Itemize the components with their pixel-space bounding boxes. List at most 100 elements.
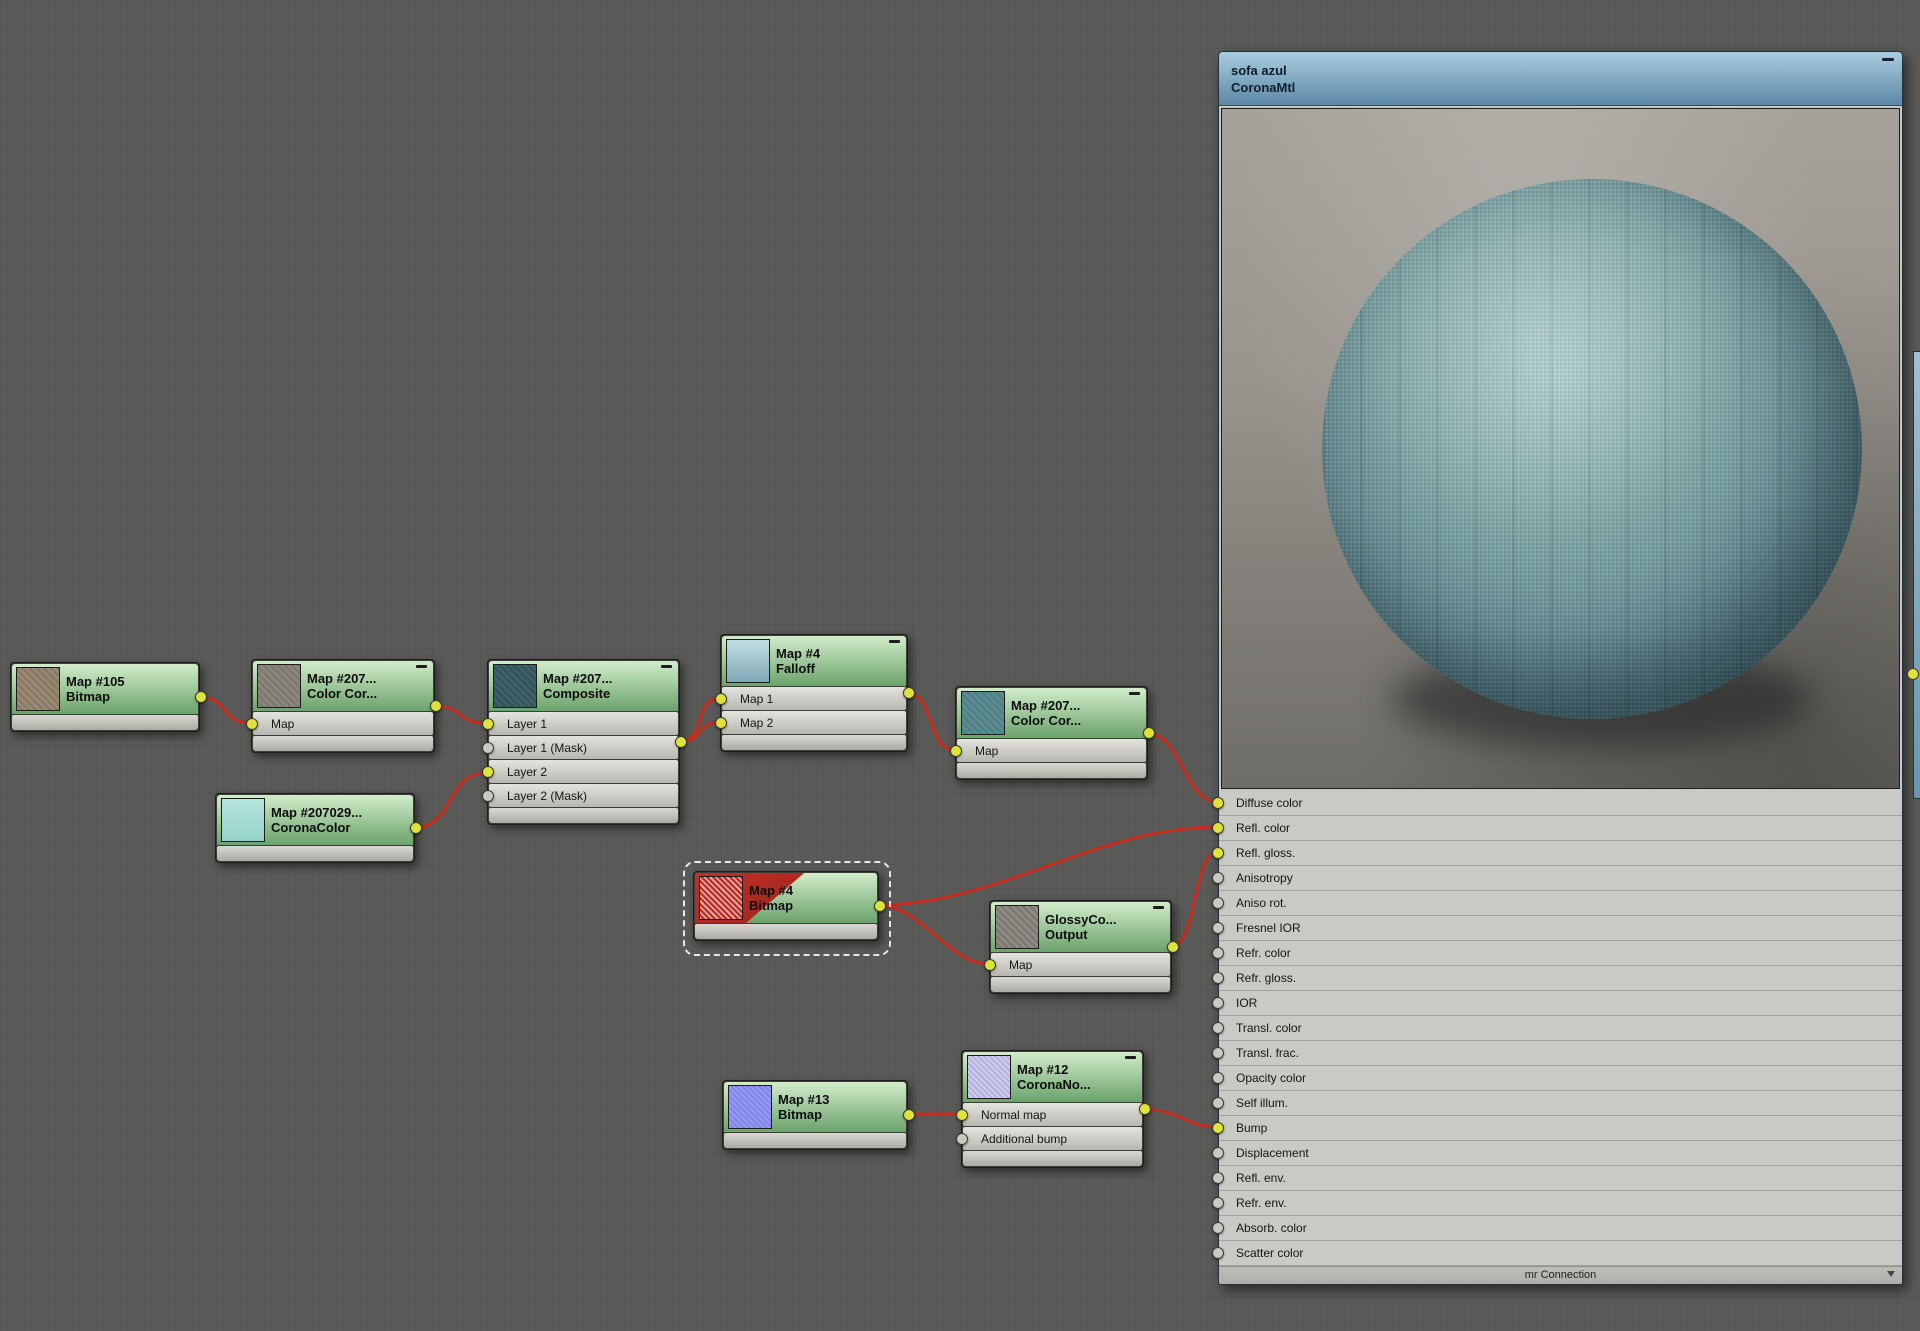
param-row-displacement[interactable]: Displacement [1212,1141,1902,1166]
node-coronanormal[interactable]: Map #12 CoronaNo... Normal map Additiona… [956,1050,1151,1168]
output-socket[interactable] [1143,727,1155,739]
input-socket[interactable] [715,716,727,729]
node-header[interactable]: Map #207... Color Cor... [253,661,433,711]
slot-layer2-mask[interactable]: Layer 2 (Mask) [482,784,678,807]
node-header[interactable]: Map #207029... CoronaColor [217,795,413,845]
input-socket[interactable] [482,741,494,754]
output-socket[interactable] [195,691,207,703]
input-socket[interactable] [1212,922,1224,934]
collapse-icon[interactable] [1153,906,1164,909]
node-header[interactable]: Map #4 Falloff [722,636,906,686]
slot-map[interactable]: Map [950,739,1146,762]
node-header[interactable]: Map #13 Bitmap [724,1082,906,1132]
input-socket[interactable] [482,789,494,802]
param-row-refl-env[interactable]: Refl. env. [1212,1166,1902,1191]
param-row-opacity-color[interactable]: Opacity color [1212,1066,1902,1091]
input-socket[interactable] [950,744,962,757]
param-row-fresnel-ior[interactable]: Fresnel IOR [1212,916,1902,941]
wire-falloff-to-colorcorrect2[interactable] [904,691,957,752]
node-header[interactable]: Map #12 CoronaNo... [963,1052,1142,1102]
node-bitmap-4-selected[interactable]: Map #4 Bitmap [693,871,886,941]
node-falloff[interactable]: Map #4 Falloff Map 1 Map 2 [715,634,915,752]
slot-layer1[interactable]: Layer 1 [482,712,678,735]
node-bitmap-105[interactable]: Map #105 Bitmap [10,662,207,732]
wire-output-to-refl-gloss[interactable] [1168,850,1220,949]
input-socket[interactable] [1212,847,1224,859]
material-header[interactable]: sofa azul CoronaMtl [1219,52,1902,106]
param-row-transl-frac[interactable]: Transl. frac. [1212,1041,1902,1066]
node-material-coronamtl[interactable]: sofa azul CoronaMtl Diffuse color Refl. … [1212,51,1903,1285]
param-row-transl-color[interactable]: Transl. color [1212,1016,1902,1041]
input-socket[interactable] [956,1108,968,1121]
input-socket[interactable] [1212,1047,1224,1059]
output-socket[interactable] [410,822,422,834]
slot-normal-map[interactable]: Normal map [956,1103,1142,1126]
input-socket[interactable] [1212,997,1224,1009]
slot-additional-bump[interactable]: Additional bump [956,1127,1142,1150]
wire-coronacolor-to-composite[interactable] [411,771,489,830]
param-row-diffuse-color[interactable]: Diffuse color [1212,791,1902,816]
node-header[interactable]: Map #4 Bitmap [695,873,877,923]
wire-bitmap4-to-refl-color[interactable] [875,825,1220,907]
output-socket[interactable] [903,687,915,699]
node-colorcorrect-2[interactable]: Map #207... Color Cor... Map [950,686,1155,780]
output-socket[interactable] [1167,941,1179,953]
slot-map1[interactable]: Map 1 [715,687,906,710]
input-socket[interactable] [1212,797,1224,809]
param-row-self-illum[interactable]: Self illum. [1212,1091,1902,1116]
input-socket[interactable] [1212,1197,1224,1209]
node-partial-right-edge[interactable] [1907,351,1920,799]
node-header[interactable]: GlossyCo... Output [991,902,1170,952]
mr-connection-bar[interactable]: mr Connection [1219,1266,1902,1284]
collapse-icon[interactable] [1125,1056,1136,1059]
collapse-icon[interactable] [889,640,900,643]
input-socket[interactable] [1212,972,1224,984]
param-row-absorb-color[interactable]: Absorb. color [1212,1216,1902,1241]
input-socket[interactable] [956,1132,968,1145]
wire-coronanormal-to-bump[interactable] [1140,1107,1220,1129]
param-row-anisotropy[interactable]: Anisotropy [1212,866,1902,891]
slot-map[interactable]: Map [246,712,433,735]
node-output-glossy[interactable]: GlossyCo... Output Map [984,900,1179,994]
input-socket[interactable] [1212,1222,1224,1234]
collapse-icon[interactable] [1882,58,1894,61]
node-colorcorrect-1[interactable]: Map #207... Color Cor... Map [246,659,442,753]
slot-map2[interactable]: Map 2 [715,711,906,734]
node-header[interactable]: Map #105 Bitmap [12,664,198,714]
input-socket[interactable] [482,765,494,778]
param-row-ior[interactable]: IOR [1212,991,1902,1016]
input-socket[interactable] [1212,1097,1224,1109]
param-row-aniso-rot[interactable]: Aniso rot. [1212,891,1902,916]
input-socket[interactable] [1212,1172,1224,1184]
input-socket[interactable] [1212,872,1224,884]
input-socket[interactable] [715,692,727,705]
output-socket[interactable] [1139,1103,1151,1115]
wire-bitmap4-to-output-map[interactable] [875,903,991,966]
param-row-scatter-color[interactable]: Scatter color [1212,1241,1902,1266]
slot-map[interactable]: Map [984,953,1170,976]
input-socket[interactable] [1212,1072,1224,1084]
output-socket[interactable] [874,900,886,912]
param-row-refr-color[interactable]: Refr. color [1212,941,1902,966]
input-socket[interactable] [482,717,494,730]
param-row-refl-gloss[interactable]: Refl. gloss. [1212,841,1902,866]
wire-colorcorrect2-to-diffuse[interactable] [1144,731,1220,804]
input-socket[interactable] [1212,1147,1224,1159]
collapse-icon[interactable] [416,665,427,668]
input-socket[interactable] [246,717,258,730]
node-header[interactable]: Map #207... Color Cor... [957,688,1146,738]
slot-layer1-mask[interactable]: Layer 1 (Mask) [482,736,678,759]
collapse-icon[interactable] [1129,692,1140,695]
input-socket[interactable] [1212,1122,1224,1134]
param-row-refr-gloss[interactable]: Refr. gloss. [1212,966,1902,991]
input-socket[interactable] [1212,1022,1224,1034]
wire-map105-to-colorcorrect1[interactable] [196,695,253,725]
param-row-refl-color[interactable]: Refl. color [1212,816,1902,841]
slot-layer2[interactable]: Layer 2 [482,760,678,783]
node-coronacolor[interactable]: Map #207029... CoronaColor [215,793,422,863]
collapse-icon[interactable] [661,665,672,668]
node-composite[interactable]: Map #207... Composite Layer 1 Layer 1 (M… [482,659,687,825]
node-header[interactable]: Map #207... Composite [489,661,678,711]
param-row-bump[interactable]: Bump [1212,1116,1902,1141]
param-row-refr-env[interactable]: Refr. env. [1212,1191,1902,1216]
